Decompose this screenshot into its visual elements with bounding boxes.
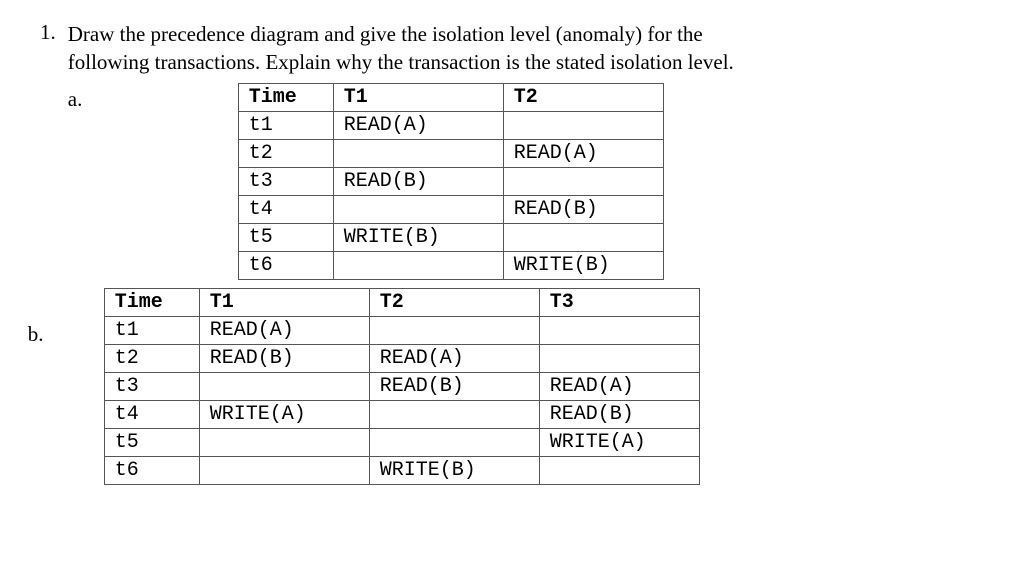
cell-t2: READ(A) [369,344,539,372]
table-row: t5 WRITE(B) [238,223,663,251]
table-a-header-time: Time [238,83,333,111]
cell-t1: READ(A) [199,316,369,344]
table-row: t2 READ(A) [238,139,663,167]
part-b: b. Time T1 T2 T3 t1 READ(A) [68,288,734,485]
cell-time: t1 [104,316,199,344]
cell-t2 [369,400,539,428]
cell-time: t4 [238,195,333,223]
table-b-header-t3: T3 [539,288,699,316]
question-line1: Draw the precedence diagram and give the… [68,22,703,46]
table-b-header-t2: T2 [369,288,539,316]
cell-t1 [333,139,503,167]
cell-t1: WRITE(A) [199,400,369,428]
table-row: t4 READ(B) [238,195,663,223]
table-row: t3 READ(B) READ(A) [104,372,699,400]
cell-time: t6 [238,251,333,279]
question: 1. Draw the precedence diagram and give … [40,20,984,491]
cell-t2 [503,111,663,139]
cell-time: t2 [104,344,199,372]
table-a-header-t1: T1 [333,83,503,111]
cell-t2: READ(B) [369,372,539,400]
cell-t2 [369,316,539,344]
question-line2: following transactions. Explain why the … [68,50,734,74]
table-b-header-time: Time [104,288,199,316]
cell-time: t5 [238,223,333,251]
cell-time: t1 [238,111,333,139]
cell-t2 [503,223,663,251]
cell-t3 [539,456,699,484]
question-text: Draw the precedence diagram and give the… [68,20,734,77]
table-a-header-row: Time T1 T2 [238,83,663,111]
cell-t1: READ(B) [333,167,503,195]
table-a-header-t2: T2 [503,83,663,111]
table-b: Time T1 T2 T3 t1 READ(A) t2 [104,288,700,485]
cell-time: t2 [238,139,333,167]
table-row: t6 WRITE(B) [104,456,699,484]
table-a: Time T1 T2 t1 READ(A) t2 READ(A) [238,83,664,280]
table-b-header-t1: T1 [199,288,369,316]
cell-t1 [199,456,369,484]
cell-t1 [333,195,503,223]
cell-time: t4 [104,400,199,428]
question-number: 1. [40,20,56,45]
cell-t3: READ(B) [539,400,699,428]
table-row: t5 WRITE(A) [104,428,699,456]
table-a-wrapper: Time T1 T2 t1 READ(A) t2 READ(A) [238,83,664,280]
cell-t2: READ(B) [503,195,663,223]
cell-t1 [333,251,503,279]
cell-t1 [199,428,369,456]
table-row: t1 READ(A) [104,316,699,344]
cell-time: t6 [104,456,199,484]
table-row: t1 READ(A) [238,111,663,139]
cell-time: t5 [104,428,199,456]
cell-t1: READ(B) [199,344,369,372]
cell-t3 [539,344,699,372]
cell-time: t3 [238,167,333,195]
cell-t3: WRITE(A) [539,428,699,456]
table-row: t4 WRITE(A) READ(B) [104,400,699,428]
table-b-wrapper: Time T1 T2 T3 t1 READ(A) t2 [104,288,700,485]
cell-t2: READ(A) [503,139,663,167]
cell-t3: READ(A) [539,372,699,400]
table-row: t3 READ(B) [238,167,663,195]
cell-t2: WRITE(B) [503,251,663,279]
table-row: t2 READ(B) READ(A) [104,344,699,372]
table-b-header-row: Time T1 T2 T3 [104,288,699,316]
part-a-label: a. [68,83,98,112]
part-b-label: b. [28,288,58,347]
cell-time: t3 [104,372,199,400]
question-body: Draw the precedence diagram and give the… [68,20,734,491]
cell-t1 [199,372,369,400]
cell-t2: WRITE(B) [369,456,539,484]
cell-t2 [503,167,663,195]
cell-t1: READ(A) [333,111,503,139]
cell-t2 [369,428,539,456]
cell-t1: WRITE(B) [333,223,503,251]
sub-parts: a. Time T1 T2 t1 READ(A) [68,83,734,485]
cell-t3 [539,316,699,344]
table-row: t6 WRITE(B) [238,251,663,279]
part-a: a. Time T1 T2 t1 READ(A) [68,83,734,280]
